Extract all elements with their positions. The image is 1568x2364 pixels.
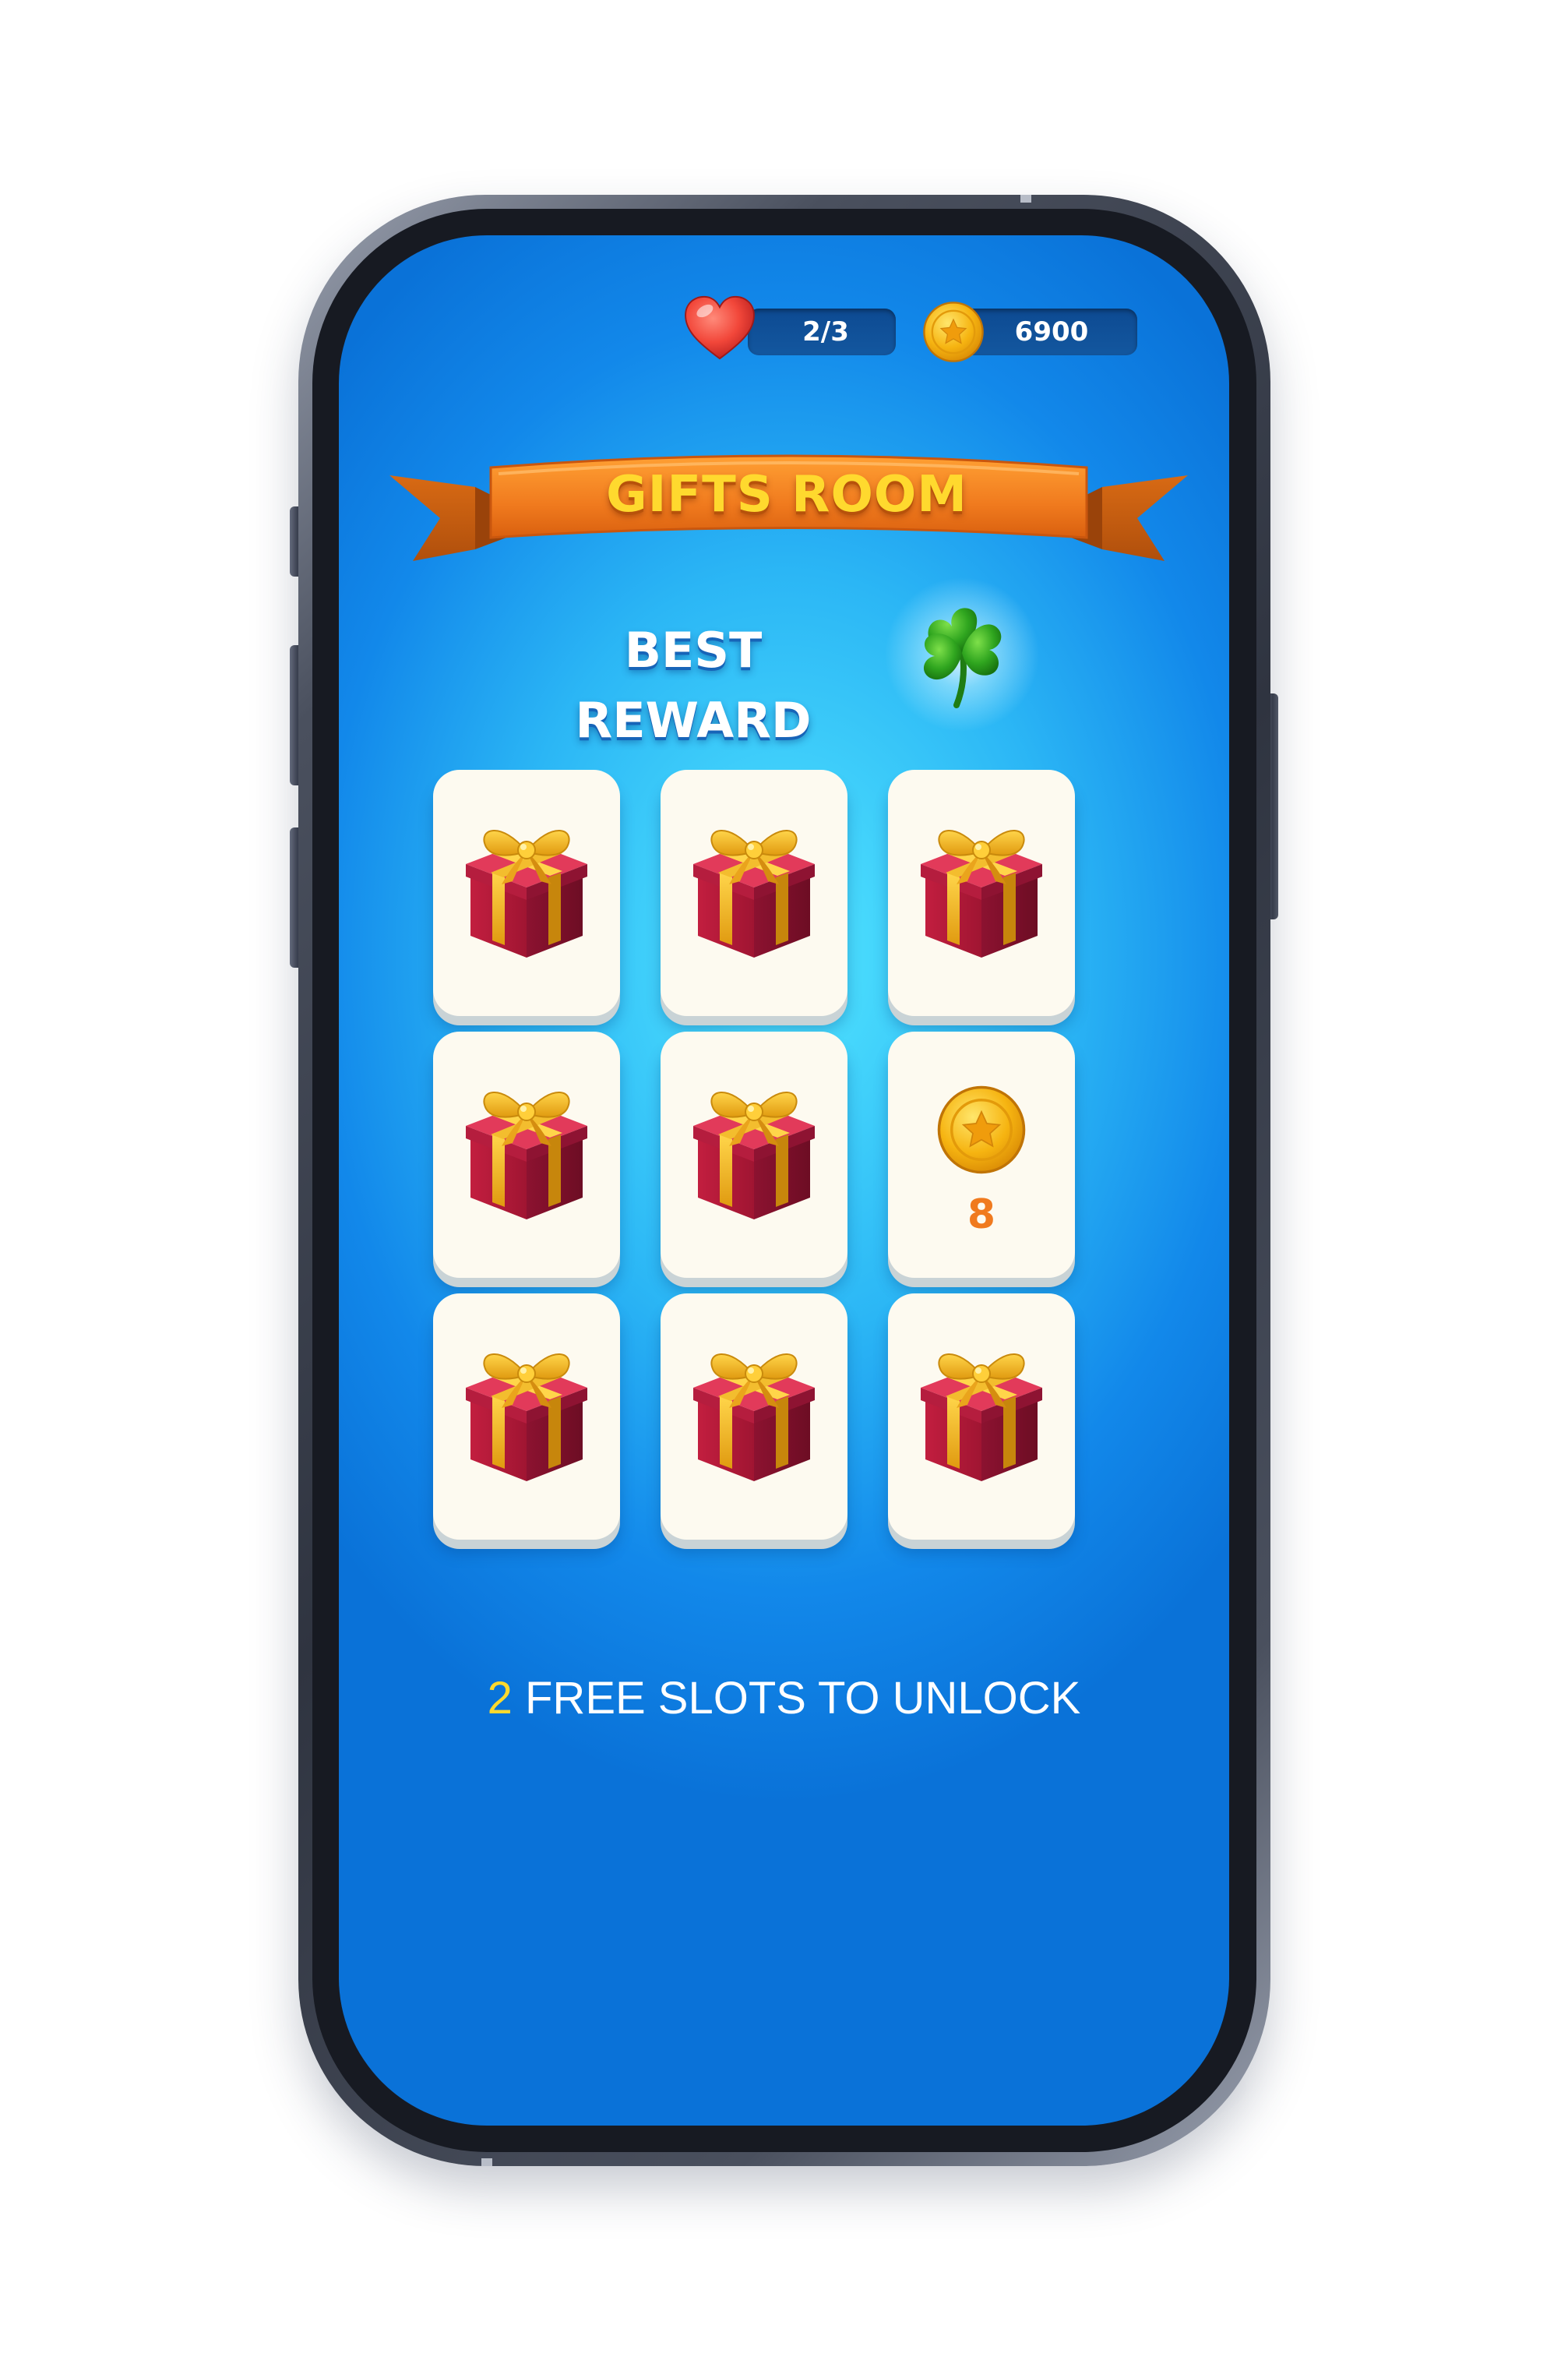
page-title: GIFTS ROOM: [606, 466, 967, 524]
antenna-line: [481, 2158, 492, 2166]
free-slots-count: 2: [487, 1673, 513, 1724]
four-leaf-clover-icon: [924, 608, 1002, 708]
antenna-line: [1020, 195, 1031, 203]
gift-tile[interactable]: [661, 1293, 847, 1540]
revealed-coin-tile[interactable]: 8: [888, 1032, 1075, 1278]
gift-box-icon: [921, 830, 1042, 958]
coin-icon: [937, 1085, 1026, 1174]
gift-box-icon: [466, 1092, 587, 1219]
gift-tile[interactable]: [888, 770, 1075, 1016]
gift-tile[interactable]: [433, 1293, 620, 1540]
coin-icon: [923, 302, 984, 362]
coin-reward-amount: 8: [967, 1191, 996, 1238]
heart-icon: [685, 295, 755, 360]
gift-box-icon: [693, 1092, 815, 1219]
lives-value: 2/3: [802, 316, 849, 348]
gift-box-icon: [921, 1353, 1042, 1481]
lives-counter: 2/3: [748, 309, 896, 355]
best-reward-label: BEST REWARD: [575, 622, 812, 749]
free-slots-message: 2 FREE SLOTS TO UNLOCK: [339, 1667, 1229, 1730]
gift-box-icon: [466, 830, 587, 958]
gift-box-icon: [693, 1353, 815, 1481]
gift-box-icon: [466, 1353, 587, 1481]
gift-tile[interactable]: [433, 770, 620, 1016]
gift-box-icon: [693, 830, 815, 958]
gift-tile[interactable]: [661, 1032, 847, 1278]
gift-tile[interactable]: [661, 770, 847, 1016]
free-slots-text: FREE SLOTS TO UNLOCK: [512, 1673, 1081, 1724]
gift-tile[interactable]: [888, 1293, 1075, 1540]
gift-tile[interactable]: [433, 1032, 620, 1278]
coins-value: 6900: [1014, 316, 1089, 348]
